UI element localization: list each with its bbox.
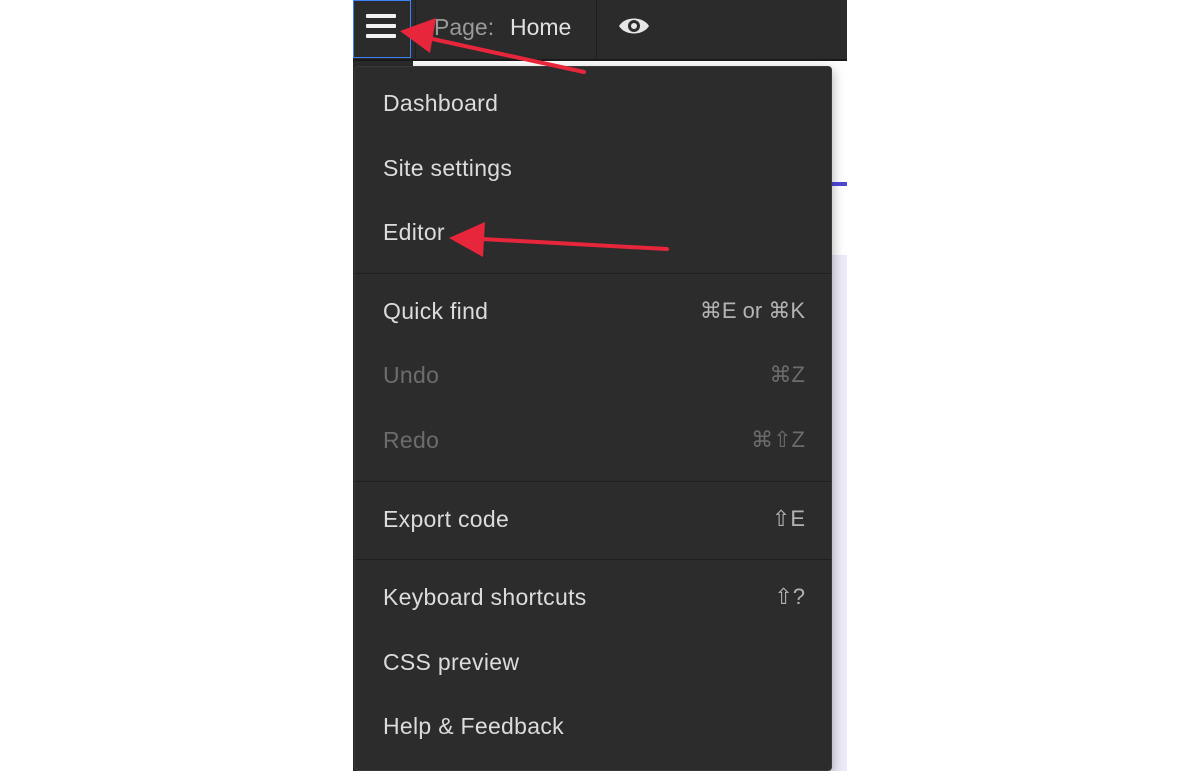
- menu-item-label: Editor: [383, 219, 445, 246]
- menu-item-undo: Undo ⌘Z: [355, 347, 831, 405]
- main-menu-dropdown: Dashboard Site settings Editor Quick find ⌘E…: [354, 66, 832, 771]
- menu-item-label: Redo: [383, 427, 440, 453]
- page-selector[interactable]: Page: Home: [415, 0, 597, 58]
- menu-separator: [355, 480, 831, 482]
- menu-item-redo: Redo ⌘⇧Z: [355, 412, 831, 470]
- menu-item-label: Undo: [383, 362, 440, 389]
- menu-item-label: Dashboard: [383, 90, 499, 116]
- menu-item-editor[interactable]: Editor: [355, 204, 831, 262]
- screenshot-stage: Page: Home Dashboard Site settings Editor Q…: [0, 0, 1200, 771]
- eye-preview-icon: [619, 18, 649, 34]
- menu-item-site-settings[interactable]: Site settings: [355, 140, 831, 198]
- menu-item-export-code[interactable]: Export code ⇧E: [355, 491, 831, 549]
- menu-item-help-feedback[interactable]: Help & Feedback: [355, 698, 831, 756]
- top-bar: Page: Home: [353, 0, 847, 61]
- hamburger-menu-icon: [366, 14, 396, 38]
- menu-item-shortcut: ⇧E: [771, 505, 805, 531]
- menu-item-dashboard[interactable]: Dashboard: [355, 75, 831, 133]
- menu-item-label: CSS preview: [383, 648, 520, 675]
- page-selector-label: Page:: [434, 14, 495, 40]
- menu-separator: [355, 559, 831, 561]
- menu-item-shortcut: ⌘E or ⌘K: [699, 297, 805, 323]
- menu-item-label: Help & Feedback: [383, 713, 564, 740]
- current-page-name: Home: [510, 14, 572, 40]
- menu-item-label: Quick find: [383, 297, 489, 324]
- menu-separator: [355, 272, 831, 274]
- main-menu-button[interactable]: [353, 0, 411, 58]
- menu-item-label: Keyboard shortcuts: [383, 584, 587, 611]
- preview-button[interactable]: [597, 0, 671, 58]
- menu-item-quick-find[interactable]: Quick find ⌘E or ⌘K: [355, 283, 831, 341]
- menu-item-shortcut: ⌘Z: [769, 362, 805, 388]
- designer-app: Page: Home Dashboard Site settings Editor Q…: [353, 0, 847, 771]
- menu-item-shortcut: ⌘⇧Z: [751, 427, 805, 452]
- menu-item-css-preview[interactable]: CSS preview: [355, 634, 831, 692]
- menu-item-label: Export code: [383, 505, 510, 532]
- menu-item-shortcut: ⇧?: [774, 584, 805, 610]
- menu-item-keyboard-shortcuts[interactable]: Keyboard shortcuts ⇧?: [355, 569, 831, 627]
- menu-item-label: Site settings: [383, 154, 513, 181]
